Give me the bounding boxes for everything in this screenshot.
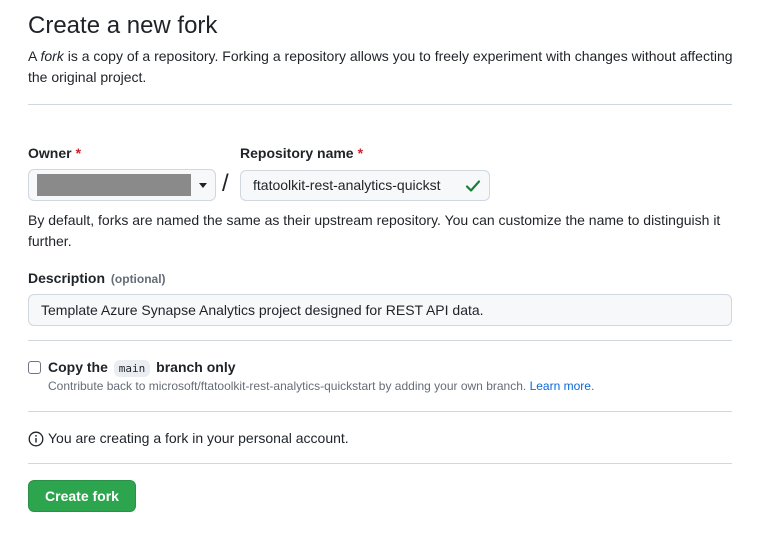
- description-label: Description (optional): [28, 270, 166, 286]
- account-notice: You are creating a fork in your personal…: [48, 430, 349, 446]
- create-fork-button[interactable]: Create fork: [28, 480, 136, 512]
- owner-repo-separator: /: [222, 170, 229, 197]
- repository-name-input[interactable]: ftatoolkit-rest-analytics-quickst: [240, 170, 490, 201]
- owner-redacted-value: [37, 174, 191, 196]
- page-title: Create a new fork: [28, 12, 218, 39]
- owner-select[interactable]: [28, 169, 216, 201]
- repository-name-label: Repository name *: [240, 145, 364, 161]
- required-asterisk: *: [357, 145, 364, 161]
- branch-name-code: main: [113, 360, 151, 377]
- copy-branch-label[interactable]: Copy the main branch only: [48, 359, 236, 377]
- divider: [28, 463, 732, 464]
- info-icon: [28, 431, 44, 447]
- chevron-down-icon: [199, 183, 207, 188]
- check-icon: [465, 180, 481, 192]
- owner-label: Owner *: [28, 145, 82, 161]
- fork-naming-hint: By default, forks are named the same as …: [28, 212, 721, 249]
- divider: [28, 411, 732, 412]
- copy-branch-note: Contribute back to microsoft/ftatoolkit-…: [48, 379, 595, 393]
- divider: [28, 340, 732, 341]
- description-input[interactable]: Template Azure Synapse Analytics project…: [28, 294, 732, 326]
- required-asterisk: *: [75, 145, 82, 161]
- divider: [28, 104, 732, 105]
- optional-tag: (optional): [110, 272, 166, 286]
- fork-emphasis: fork: [40, 48, 64, 64]
- learn-more-link[interactable]: Learn more: [530, 379, 591, 393]
- copy-main-branch-checkbox[interactable]: [28, 361, 41, 374]
- intro-text: A fork is a copy of a repository. Forkin…: [28, 48, 733, 85]
